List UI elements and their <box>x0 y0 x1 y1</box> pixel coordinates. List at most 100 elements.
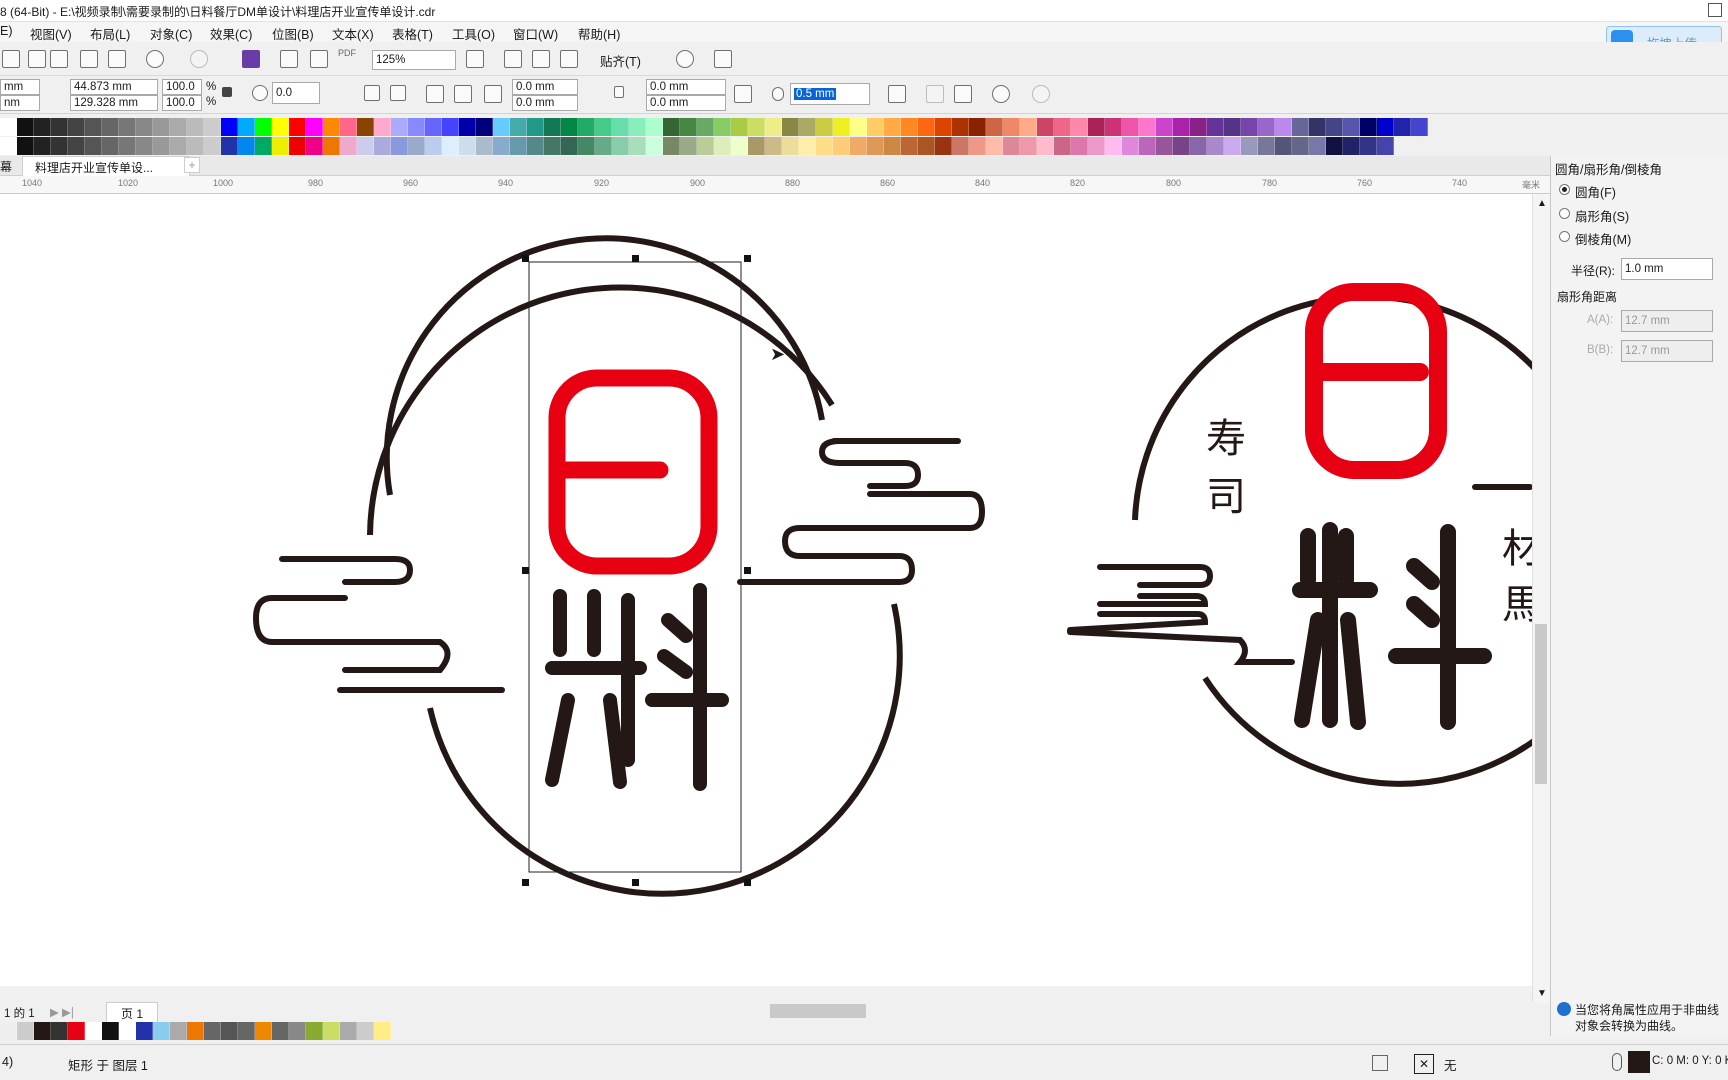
horizontal-scroll-thumb[interactable] <box>770 1004 866 1018</box>
scroll-down-icon[interactable]: ▼ <box>1537 988 1547 999</box>
color-swatch[interactable] <box>493 137 510 155</box>
color-swatch[interactable] <box>102 1022 119 1040</box>
menu-tools[interactable]: 工具(O) <box>452 24 495 43</box>
color-swatch[interactable] <box>1394 118 1411 136</box>
color-swatch[interactable] <box>1377 137 1394 155</box>
undo-icon[interactable] <box>146 50 164 68</box>
color-swatch[interactable] <box>1326 137 1343 155</box>
color-swatch[interactable] <box>1377 118 1394 136</box>
color-swatch[interactable] <box>476 118 493 136</box>
guidelines-icon[interactable] <box>560 50 578 68</box>
color-swatch[interactable] <box>238 1022 255 1040</box>
color-swatch[interactable] <box>867 118 884 136</box>
position-x-field[interactable]: mm <box>0 79 40 95</box>
color-swatch[interactable] <box>595 137 612 155</box>
color-swatch[interactable] <box>255 137 272 155</box>
color-swatch[interactable] <box>561 137 578 155</box>
option-fillet[interactable]: 圆角(F) <box>1575 182 1616 201</box>
menu-view[interactable]: 视图(V) <box>30 24 72 43</box>
color-swatch[interactable] <box>765 118 782 136</box>
color-swatch[interactable] <box>119 137 136 155</box>
color-swatch[interactable] <box>1122 118 1139 136</box>
selection-handle[interactable] <box>632 879 639 886</box>
color-swatch[interactable] <box>0 137 17 155</box>
color-swatch[interactable] <box>561 118 578 136</box>
mirror-horizontal-icon[interactable] <box>364 85 380 101</box>
color-swatch[interactable] <box>408 137 425 155</box>
position-y-field[interactable]: nm <box>0 95 40 111</box>
color-swatch[interactable] <box>493 118 510 136</box>
color-swatch[interactable] <box>476 137 493 155</box>
color-swatch[interactable] <box>17 1022 34 1040</box>
color-swatch[interactable] <box>646 137 663 155</box>
color-swatch[interactable] <box>1207 137 1224 155</box>
color-swatch[interactable] <box>629 137 646 155</box>
color-swatch[interactable] <box>782 118 799 136</box>
color-swatch[interactable] <box>527 137 544 155</box>
lock-ratio-icon[interactable] <box>222 87 232 97</box>
paste-icon[interactable] <box>108 50 126 68</box>
color-swatch[interactable] <box>697 137 714 155</box>
color-swatch[interactable] <box>1003 118 1020 136</box>
document-palette-row[interactable] <box>0 1022 391 1040</box>
page-tab-1[interactable]: 页 1 <box>106 1002 159 1022</box>
color-swatch[interactable] <box>612 137 629 155</box>
menu-object[interactable]: 对象(C) <box>150 24 192 43</box>
palette-row-1[interactable] <box>0 118 1428 136</box>
color-swatch[interactable] <box>119 1022 136 1040</box>
color-swatch[interactable] <box>85 1022 102 1040</box>
corner-radius-bottom-left[interactable]: 0.0 mm <box>512 95 578 111</box>
color-swatch[interactable] <box>51 137 68 155</box>
color-swatch[interactable] <box>204 137 221 155</box>
corner-lock-icon[interactable] <box>614 86 624 98</box>
color-swatch[interactable] <box>799 137 816 155</box>
color-swatch[interactable] <box>136 118 153 136</box>
color-swatch[interactable] <box>901 137 918 155</box>
color-swatch[interactable] <box>1156 137 1173 155</box>
color-swatch[interactable] <box>1122 137 1139 155</box>
pdf-icon[interactable]: PDF <box>338 48 356 58</box>
color-swatch[interactable] <box>986 118 1003 136</box>
color-swatch[interactable] <box>1156 118 1173 136</box>
color-swatch[interactable] <box>323 1022 340 1040</box>
color-swatch[interactable] <box>1173 118 1190 136</box>
application-launcher-icon[interactable] <box>714 50 732 68</box>
color-swatch[interactable] <box>1037 118 1054 136</box>
color-swatch[interactable] <box>459 137 476 155</box>
field-a[interactable]: 12.7 mm <box>1621 310 1713 332</box>
color-swatch[interactable] <box>0 118 17 136</box>
color-swatch[interactable] <box>306 137 323 155</box>
cut-icon[interactable] <box>50 50 68 68</box>
radio-fillet[interactable] <box>1559 184 1570 195</box>
color-swatch[interactable] <box>238 137 255 155</box>
color-swatch[interactable] <box>272 118 289 136</box>
color-swatch[interactable] <box>918 118 935 136</box>
color-swatch[interactable] <box>816 118 833 136</box>
drawing-canvas[interactable]: 寿 司 材 馬 ➤ <box>0 194 1538 986</box>
color-swatch[interactable] <box>0 1022 17 1040</box>
wrap-text-icon[interactable] <box>888 85 906 103</box>
snap-to-menu[interactable]: 贴齐(T) <box>600 51 641 70</box>
to-back-icon[interactable] <box>954 85 972 103</box>
color-swatch[interactable] <box>391 137 408 155</box>
rulers-icon[interactable] <box>504 50 522 68</box>
color-swatch[interactable] <box>255 1022 272 1040</box>
color-swatch[interactable] <box>629 118 646 136</box>
color-swatch[interactable] <box>442 118 459 136</box>
object-height-field[interactable]: 129.328 mm <box>70 95 158 111</box>
color-swatch[interactable] <box>748 118 765 136</box>
scroll-up-icon[interactable]: ▲ <box>1537 198 1547 209</box>
color-swatch[interactable] <box>1309 118 1326 136</box>
menu-layout[interactable]: 布局(L) <box>90 24 130 43</box>
color-swatch[interactable] <box>918 137 935 155</box>
color-swatch[interactable] <box>680 137 697 155</box>
color-swatch[interactable] <box>578 118 595 136</box>
color-swatch[interactable] <box>1258 137 1275 155</box>
color-swatch[interactable] <box>17 118 34 136</box>
color-swatch[interactable] <box>204 118 221 136</box>
color-swatch[interactable] <box>1224 137 1241 155</box>
color-swatch[interactable] <box>289 137 306 155</box>
color-swatch[interactable] <box>1020 118 1037 136</box>
chamfer-corner-icon[interactable] <box>484 85 502 103</box>
color-swatch[interactable] <box>884 137 901 155</box>
